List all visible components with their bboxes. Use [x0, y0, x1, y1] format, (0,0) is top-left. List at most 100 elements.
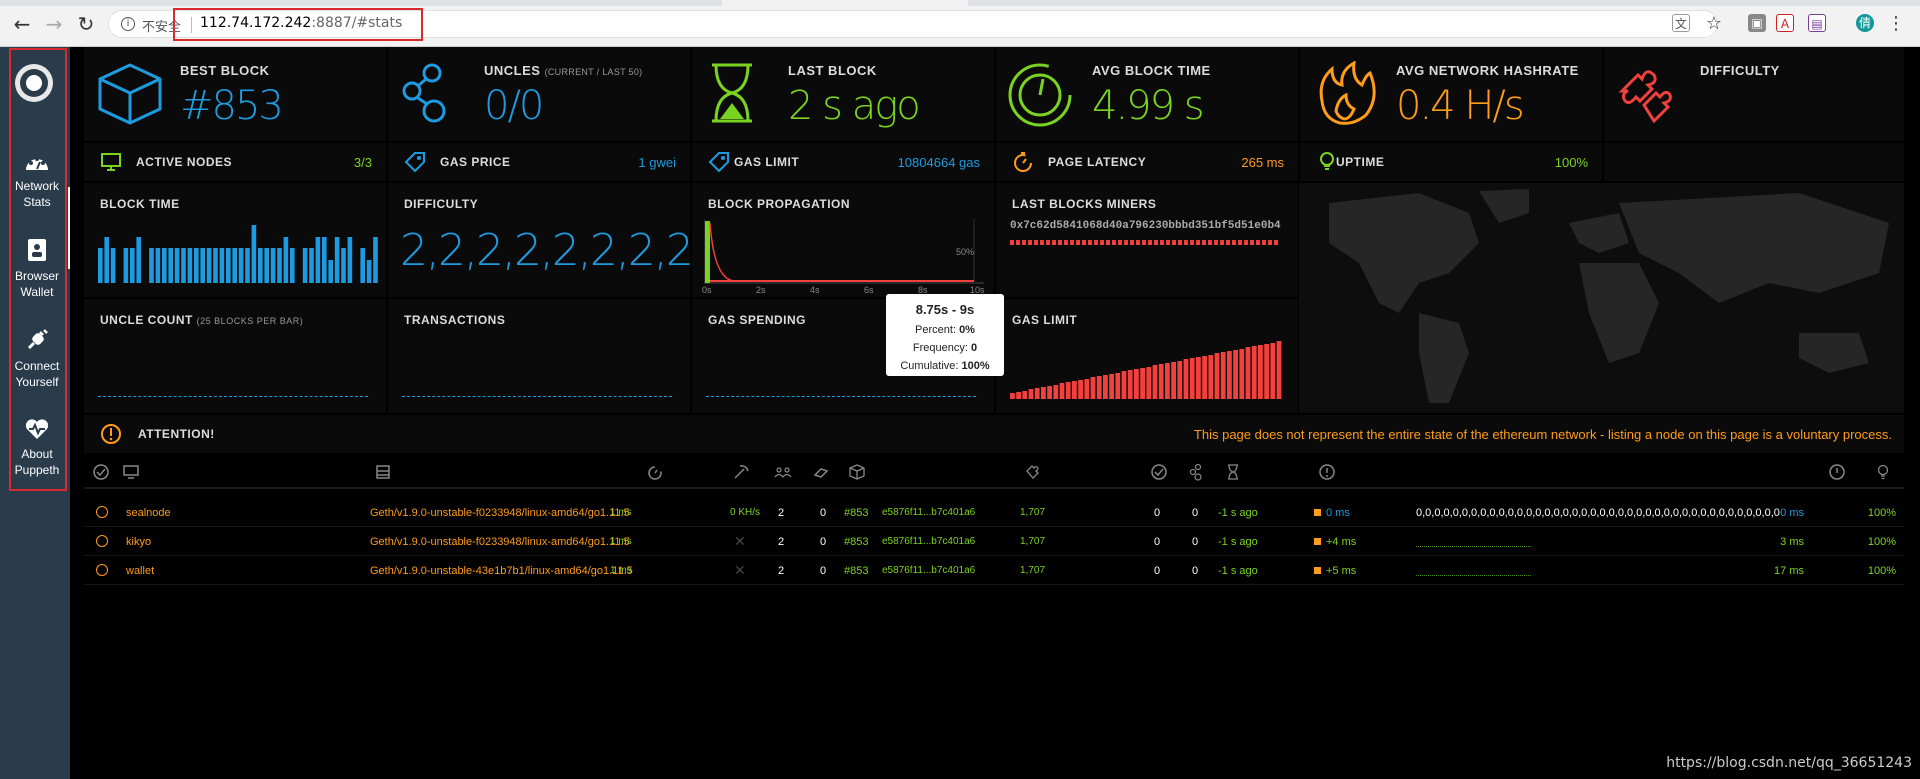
gas-limit-title: GAS LIMIT: [734, 155, 800, 169]
block-time-bar: [213, 248, 218, 283]
gas-limit-bar: [1239, 349, 1245, 399]
profile-avatar[interactable]: 倩: [1856, 14, 1874, 32]
tooltip-percent: 0%: [959, 324, 975, 336]
tooltip-cumulative-row: Cumulative: 100%: [886, 357, 1004, 375]
tag-icon: [708, 152, 729, 173]
page-latency-value: 265 ms: [1241, 155, 1284, 170]
tooltip-percent-label: Percent:: [915, 324, 956, 336]
block-time-bar: [174, 248, 180, 283]
node-block-hash: e5876f11...b7c401a6: [882, 536, 976, 547]
table-row[interactable]: wallet Geth/v1.9.0-unstable-43e1b7b1/lin…: [84, 557, 1904, 585]
uncle-count-title: UNCLE COUNT (25 BLOCKS PER BAR): [100, 313, 303, 327]
node-txs: 0: [1154, 507, 1161, 519]
gas-limit-bar: [1183, 359, 1189, 399]
node-block: #853: [844, 565, 869, 577]
node-latency: 1 ms: [610, 507, 632, 518]
block-time-bar: [360, 248, 365, 283]
gas-limit-bar: [1041, 387, 1046, 399]
hourglass-icon[interactable]: [1224, 463, 1242, 481]
block-time-bar: [238, 248, 244, 283]
node-name: kikyo: [126, 536, 152, 548]
gas-limit-bar: [1165, 363, 1170, 399]
block-time-bar: [104, 237, 109, 283]
peers-icon[interactable]: [774, 463, 792, 481]
propagation-icon[interactable]: [1318, 463, 1336, 481]
node-propagation: 0 ms: [1326, 507, 1350, 519]
menu-icon[interactable]: ⋮: [1882, 10, 1910, 38]
uncle-count-title-text: UNCLE COUNT: [100, 313, 193, 327]
url-text[interactable]: 112.74.172.242:8887/#stats: [200, 15, 402, 31]
uptime-title: UPTIME: [1336, 155, 1385, 169]
nodes-table-header: [84, 455, 1904, 489]
block-time-bar: [194, 248, 199, 283]
extension-icon[interactable]: ▣: [1748, 14, 1766, 32]
node-status-dot: [96, 535, 108, 547]
node-txs: 0: [1154, 536, 1161, 548]
block-time-bar: [136, 237, 141, 283]
block-time-bar: [149, 248, 154, 283]
active-tab[interactable]: [722, 0, 968, 6]
pending-icon[interactable]: [812, 463, 830, 481]
gas-limit-bar: [1245, 347, 1251, 399]
avg-hashrate-value: 0.4 H/s: [1396, 83, 1525, 129]
avg-hashrate-title: AVG NETWORK HASHRATE: [1396, 63, 1579, 78]
tooltip-frequency-label: Frequency:: [912, 342, 968, 354]
block-time-bar: [110, 248, 116, 283]
fire-icon: [1319, 61, 1376, 125]
table-row[interactable]: sealnode Geth/v1.9.0-unstable-f0233948/l…: [84, 499, 1904, 527]
gas-limit-bar: [1202, 356, 1207, 399]
tooltip-title: 8.75s - 9s: [915, 302, 975, 317]
server-icon[interactable]: [374, 463, 392, 481]
node-block-hash: e5876f11...b7c401a6: [882, 507, 976, 518]
node-status-dot: [96, 564, 108, 576]
gas-limit-bar: [1276, 341, 1282, 399]
gas-limit-bar: [1072, 381, 1077, 399]
block-time-bar: [283, 237, 289, 283]
gas-limit-bar: [1059, 383, 1065, 399]
node-avg-propagation: 17 ms: [1774, 565, 1804, 577]
cube-icon[interactable]: [848, 463, 866, 481]
puzzle-icon[interactable]: [1024, 463, 1042, 481]
world-map[interactable]: [1299, 183, 1904, 413]
node-propagation: +4 ms: [1326, 536, 1357, 548]
latency-icon[interactable]: [646, 463, 664, 481]
translate-icon[interactable]: 文: [1672, 14, 1690, 32]
active-nodes-stat: ACTIVE NODES 3/3: [84, 143, 386, 181]
avg-block-time-tile: AVG BLOCK TIME 4.99 s: [996, 47, 1298, 141]
tooltip-cumulative: 100%: [961, 360, 990, 372]
table-row[interactable]: kikyo Geth/v1.9.0-unstable-f0233948/linu…: [84, 528, 1904, 556]
pdf-icon[interactable]: A: [1776, 14, 1794, 32]
block-time-bar: [130, 248, 135, 283]
block-time-bar: [98, 248, 103, 283]
star-icon[interactable]: ☆: [1700, 10, 1728, 38]
gas-limit-bar: [1214, 353, 1220, 399]
check-circle-icon[interactable]: [1150, 463, 1168, 481]
gas-limit-bar: [1090, 377, 1096, 399]
back-icon[interactable]: ←: [8, 10, 36, 38]
block-time-bar: [206, 248, 212, 283]
miner-address: 0x7c62d5841068d40a796230bbbd351bf5d51e0b…: [1010, 220, 1281, 232]
node-propagation: +5 ms: [1326, 565, 1357, 577]
node-status-dot: [96, 506, 108, 518]
info-icon[interactable]: i: [121, 17, 135, 31]
uncles-tile: UNCLES (CURRENT / LAST 50) 0/0: [388, 47, 690, 141]
monitor-icon[interactable]: [122, 463, 140, 481]
lightbulb-icon[interactable]: [1874, 463, 1892, 481]
block-time-bar: [162, 248, 167, 283]
gas-limit-value: 10804664 gas: [897, 155, 980, 170]
block-time-bar: [258, 248, 263, 283]
gas-limit-bar: [1264, 344, 1269, 399]
check-circle-icon[interactable]: [92, 463, 110, 481]
gas-limit-bar: [1096, 376, 1102, 399]
forward-icon[interactable]: →: [40, 10, 68, 38]
avg-propagation-icon[interactable]: [1828, 463, 1846, 481]
extension2-icon[interactable]: ▤: [1808, 14, 1826, 32]
pickaxe-icon[interactable]: [732, 463, 750, 481]
gas-limit-bar: [1177, 361, 1183, 399]
gas-limit-bar: [1152, 365, 1158, 399]
block-time-chart: [98, 225, 378, 283]
reload-icon[interactable]: ↻: [72, 10, 100, 38]
uncles-icon[interactable]: [1188, 463, 1206, 481]
difficulty-values: 2,2,2,2,2,2,2,2,2,2,2,2,2,2,2,2,2,2,2: [400, 225, 690, 276]
miner-blocks-bar: [1010, 240, 1280, 245]
